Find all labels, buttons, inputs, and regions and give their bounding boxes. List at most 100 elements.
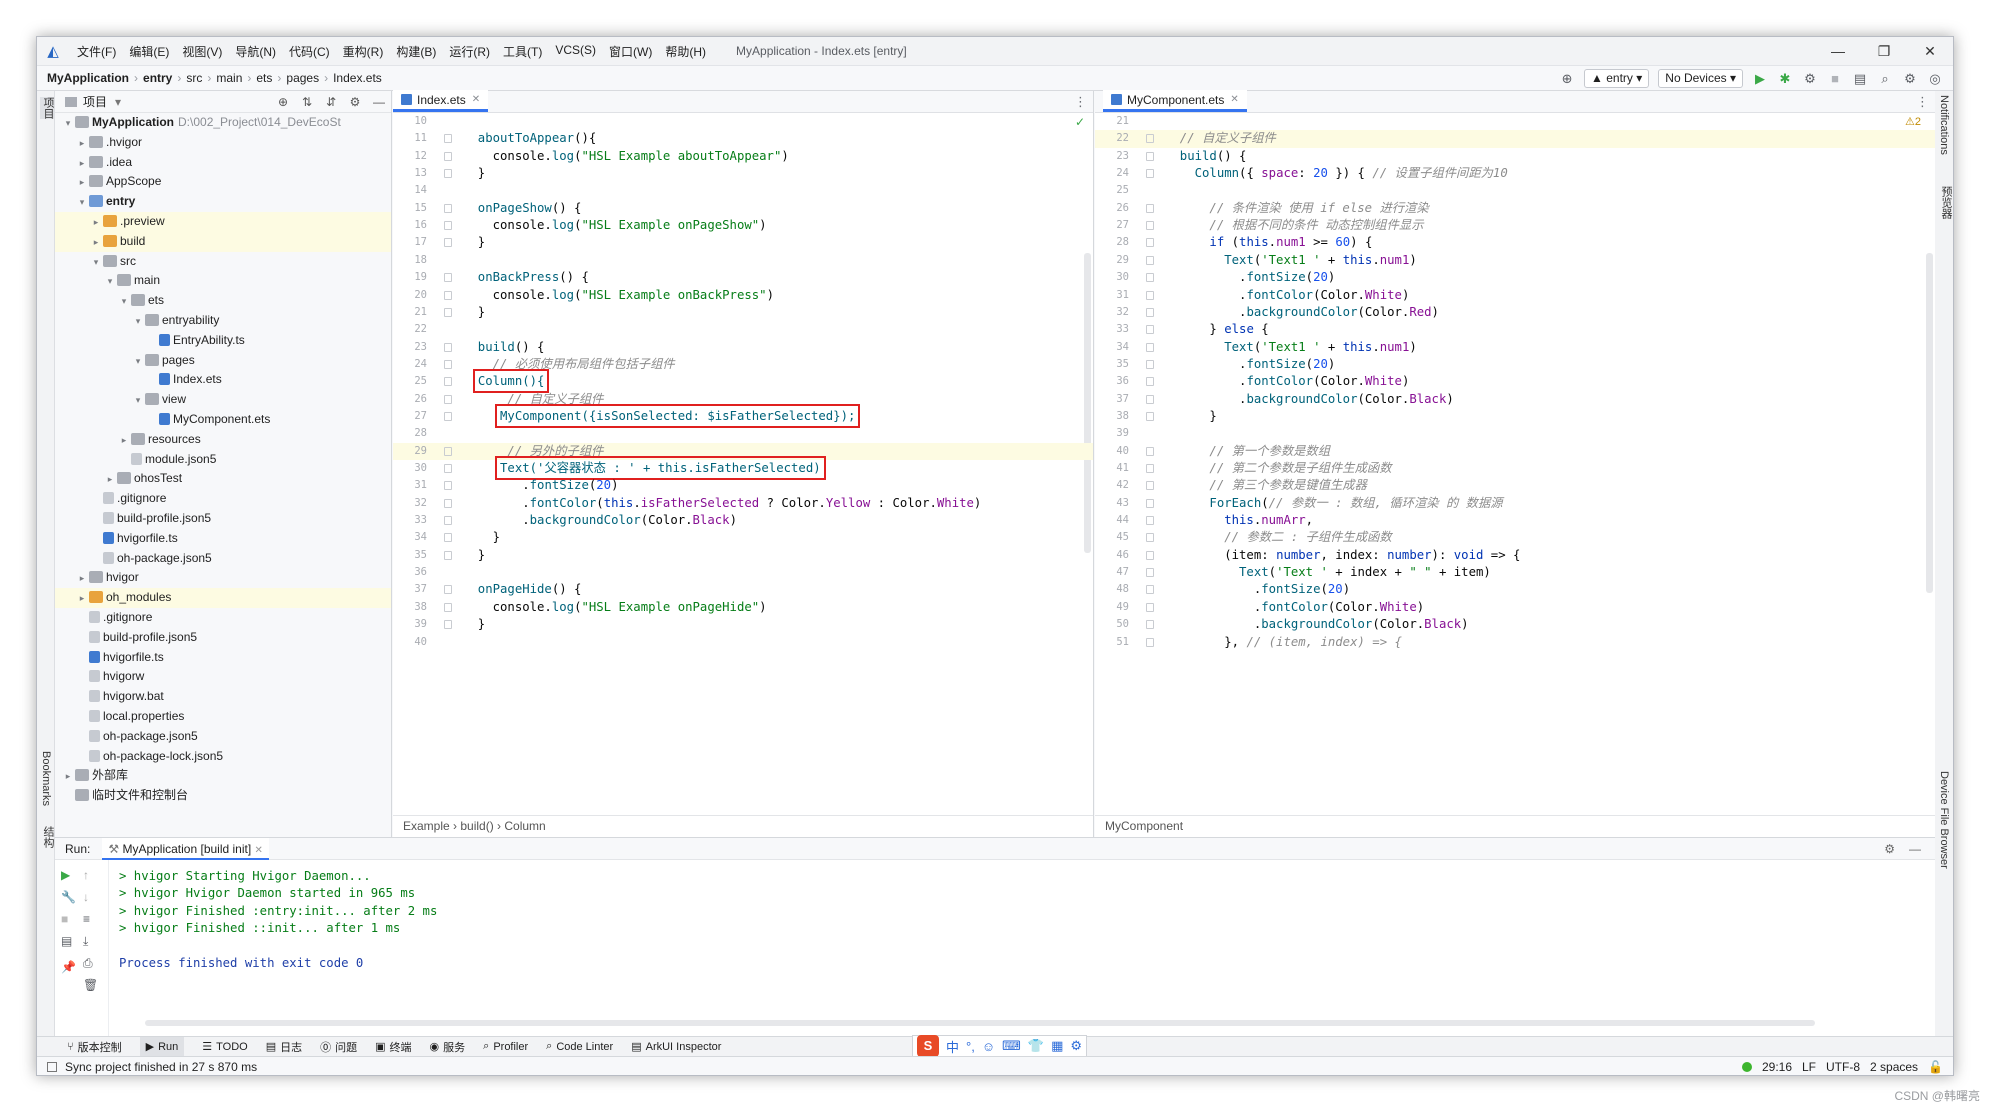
chevron-right-icon[interactable]: ▸	[117, 431, 131, 450]
breadcrumb-item[interactable]: pages	[286, 71, 319, 85]
tree-item[interactable]: EntryAbility.ts	[55, 331, 391, 351]
fold-marker-icon[interactable]	[444, 550, 452, 560]
fold-marker-icon[interactable]	[1146, 307, 1154, 317]
tree-item[interactable]: ▾ pages	[55, 351, 391, 371]
fold-marker-icon[interactable]	[444, 290, 452, 300]
code-line[interactable]: 10	[393, 113, 1093, 130]
settings-icon[interactable]: ⚙	[1902, 71, 1918, 87]
tree-item[interactable]: oh-package.json5	[55, 727, 391, 747]
tool-window-button[interactable]: ▶ Run	[139, 1036, 185, 1057]
fold-marker-icon[interactable]	[1146, 464, 1154, 473]
fold-marker-icon[interactable]	[1146, 446, 1154, 456]
tree-item[interactable]: ▸ .idea	[55, 153, 391, 173]
fold-marker-icon[interactable]	[1146, 203, 1154, 213]
scroll-up-icon[interactable]: ↑	[83, 868, 89, 882]
code-line[interactable]: 43 ForEach(// 参数一 : 数组, 循环渲染 的 数据源	[1095, 495, 1935, 512]
tree-item[interactable]: build-profile.json5	[55, 509, 391, 529]
fold-marker-icon[interactable]	[444, 169, 452, 179]
tree-item[interactable]: ▾ entry	[55, 192, 391, 212]
code-line[interactable]: 19 onBackPress() {	[393, 269, 1093, 286]
code-line[interactable]: 24 Column({ space: 20 }) { // 设置子组件间距为10	[1095, 165, 1935, 182]
search-icon[interactable]: ⌕	[1877, 71, 1893, 87]
code-line[interactable]: 26 // 条件渲染 使用 if else 进行渲染	[1095, 200, 1935, 217]
fold-marker-icon[interactable]	[1146, 151, 1154, 161]
tree-item[interactable]: ▾ ets	[55, 291, 391, 311]
code-line[interactable]: 33 .backgroundColor(Color.Black)	[393, 512, 1093, 529]
fold-marker-icon[interactable]	[1146, 377, 1154, 387]
chevron-down-icon[interactable]: ▾	[75, 193, 89, 212]
fold-marker-icon[interactable]	[1146, 273, 1154, 283]
fold-marker-icon[interactable]	[444, 446, 452, 456]
code-line[interactable]: 29 Text('Text1 ' + this.num1)	[1095, 252, 1935, 269]
code-line[interactable]: 24 // 必须使用布局组件包括子组件	[393, 356, 1093, 373]
fold-marker-icon[interactable]	[1146, 359, 1154, 369]
chevron-down-icon[interactable]: ▾	[89, 253, 103, 272]
code-line[interactable]: 21 }	[393, 304, 1093, 321]
code-line[interactable]: 31 .fontSize(20)	[393, 477, 1093, 494]
code-line[interactable]: 20 console.log("HSL Example onBackPress"…	[393, 287, 1093, 304]
expand-all-icon[interactable]: ⇅	[295, 95, 319, 109]
tool-window-button[interactable]: ⓪ 问题	[320, 1039, 357, 1055]
code-line[interactable]: 17 }	[393, 234, 1093, 251]
fold-marker-icon[interactable]	[1146, 221, 1154, 231]
pin-icon[interactable]: 📌	[61, 960, 76, 974]
fold-marker-icon[interactable]	[444, 134, 452, 144]
menu-item[interactable]: 工具(T)	[503, 43, 542, 60]
chevron-right-icon[interactable]: ▸	[89, 213, 103, 232]
soft-wrap-icon[interactable]: ≡	[83, 912, 90, 926]
fold-marker-icon[interactable]	[444, 273, 452, 283]
code-line[interactable]: 34 Text('Text1 ' + this.num1)	[1095, 339, 1935, 356]
tree-item[interactable]: ▸ .hvigor	[55, 133, 391, 153]
code-line[interactable]: 13 }	[393, 165, 1093, 182]
fold-marker-icon[interactable]	[1146, 290, 1154, 300]
code-line[interactable]: 34 }	[393, 529, 1093, 546]
fold-marker-icon[interactable]	[444, 464, 452, 473]
tree-item[interactable]: ▾ src	[55, 252, 391, 272]
fold-marker-icon[interactable]	[1146, 637, 1154, 647]
scroll-down-icon[interactable]: ↓	[83, 890, 89, 904]
code-line[interactable]: 15 onPageShow() {	[393, 200, 1093, 217]
menu-item[interactable]: 帮助(H)	[665, 43, 706, 60]
code-line[interactable]: 36	[393, 564, 1093, 581]
code-line[interactable]: 22 // 自定义子组件	[1095, 130, 1935, 148]
fold-marker-icon[interactable]	[444, 151, 452, 161]
fold-marker-icon[interactable]	[1146, 498, 1154, 508]
tab-index-ets[interactable]: Index.ets ✕	[393, 90, 489, 112]
status-message[interactable]: Sync project finished in 27 s 870 ms	[65, 1060, 257, 1074]
gear-icon[interactable]: ⚙	[343, 95, 367, 109]
profile-icon[interactable]: ⚙	[1802, 71, 1818, 87]
code-line[interactable]: 41 // 第二个参数是子组件生成函数	[1095, 460, 1935, 477]
code-line[interactable]: 38 }	[1095, 408, 1935, 425]
menu-item[interactable]: 运行(R)	[449, 43, 490, 60]
close-button[interactable]: ✕	[1907, 37, 1953, 65]
code-area[interactable]: ⚠2 21 22 // 自定义子组件 23 build() {24 Column({…	[1095, 113, 1935, 815]
file-encoding[interactable]: UTF-8	[1826, 1060, 1860, 1074]
ime-icon[interactable]: ⌨	[1002, 1038, 1021, 1054]
previewer-tool-button[interactable]: 预览器	[1938, 186, 1953, 219]
code-line[interactable]: 25	[1095, 182, 1935, 199]
structure-tool-button[interactable]: 结构	[40, 826, 56, 848]
breadcrumb-item[interactable]: MyApplication	[47, 71, 129, 85]
fold-marker-icon[interactable]	[1146, 169, 1154, 179]
fold-marker-icon[interactable]	[444, 221, 452, 231]
code-line[interactable]: 50 .backgroundColor(Color.Black)	[1095, 616, 1935, 633]
chevron-down-icon[interactable]: ▾	[131, 352, 145, 371]
tree-item[interactable]: local.properties	[55, 707, 391, 727]
code-breadcrumb[interactable]: Example › build() › Column	[393, 815, 1093, 837]
console-output[interactable]: > hvigor Starting Hvigor Daemon... > hvig…	[119, 868, 437, 972]
menu-item[interactable]: 编辑(E)	[129, 43, 169, 60]
ime-icon[interactable]: ☺	[982, 1039, 995, 1054]
breadcrumb-item[interactable]: Index.ets	[333, 71, 382, 85]
device-file-browser-button[interactable]: Device File Browser	[1938, 771, 1950, 869]
code-line[interactable]: 42 // 第三个参数是键值生成器	[1095, 477, 1935, 494]
fold-marker-icon[interactable]	[444, 533, 452, 543]
maximize-button[interactable]: ❐	[1861, 37, 1907, 65]
chevron-right-icon[interactable]: ▸	[75, 173, 89, 192]
tree-item[interactable]: module.json5	[55, 450, 391, 470]
ime-icon[interactable]: °,	[966, 1039, 975, 1054]
gear-icon[interactable]: ⚙	[1884, 842, 1895, 856]
chevron-down-icon[interactable]: ▾	[131, 391, 145, 410]
stop-icon[interactable]: ■	[1827, 71, 1843, 86]
tree-item[interactable]: ▸ .preview	[55, 211, 391, 232]
code-line[interactable]: 18	[393, 252, 1093, 269]
